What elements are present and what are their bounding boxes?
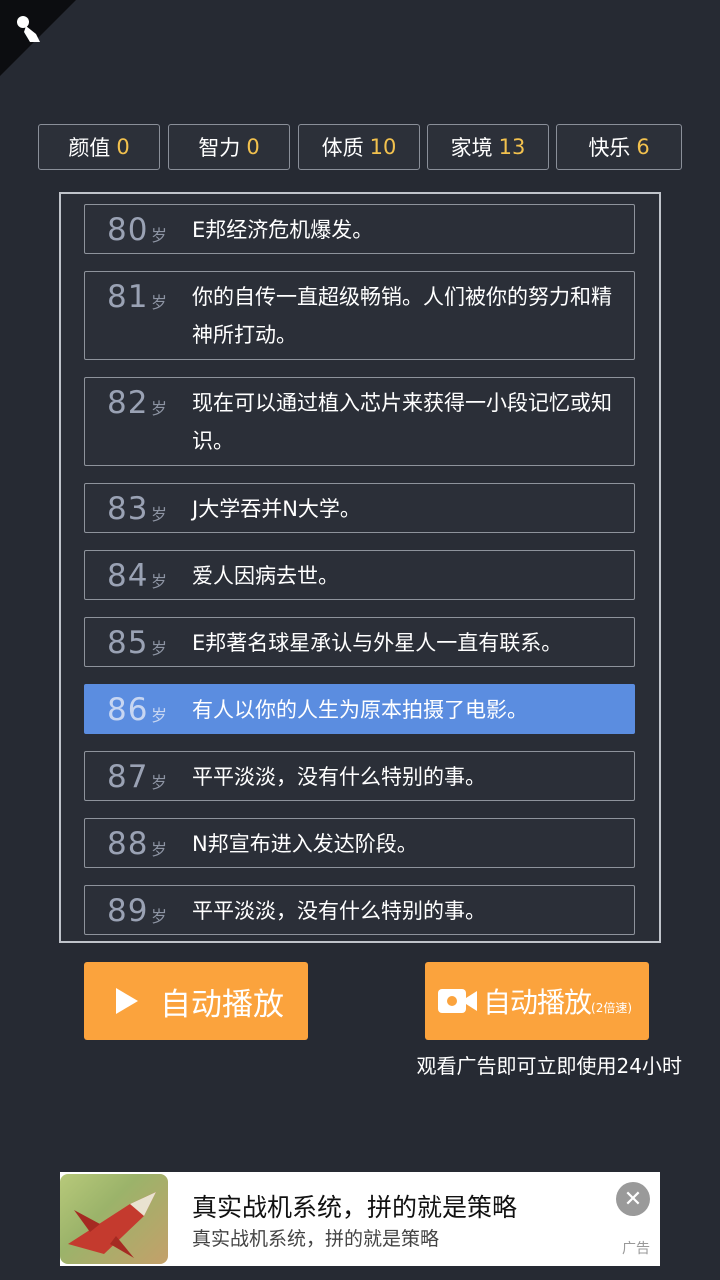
stat-intelligence: 智力 0 (168, 124, 290, 170)
event-row: 88 岁 N邦宣布进入发达阶段。 (84, 818, 635, 868)
event-row: 81 岁 你的自传一直超级畅销。人们被你的努力和精神所打动。 (84, 271, 635, 360)
ad-title[interactable]: 真实战机系统，拼的就是策略 (192, 1188, 517, 1224)
ad-label: 广告 (622, 1241, 650, 1257)
event-row: 84 岁 爱人因病去世。 (84, 550, 635, 600)
close-icon[interactable]: ✕ (616, 1182, 650, 1216)
stat-constitution: 体质 10 (298, 124, 420, 170)
stat-appearance: 颜值 0 (38, 124, 160, 170)
stat-happiness: 快乐 6 (556, 124, 682, 170)
stats-bar: 颜值 0 智力 0 体质 10 家境 13 快乐 6 (38, 124, 682, 174)
ad-banner[interactable]: 真实战机系统，拼的就是策略 真实战机系统，拼的就是策略 ✕ 广告 (60, 1172, 660, 1266)
video-camera-icon (438, 989, 477, 1013)
event-row-current: 86 岁 有人以你的人生为原本拍摄了电影。 (84, 684, 635, 734)
auto-play-fast-button[interactable]: 自动播放 (2倍速) (425, 962, 649, 1040)
ad-description[interactable]: 真实战机系统，拼的就是策略 (192, 1224, 439, 1251)
ad-unlock-note: 观看广告即可立即使用24小时 (416, 1054, 682, 1078)
ad-image[interactable] (60, 1174, 168, 1264)
stat-family: 家境 13 (427, 124, 549, 170)
event-row: 82 岁 现在可以通过植入芯片来获得一小段记忆或知识。 (84, 377, 635, 466)
event-row: 87 岁 平平淡淡，没有什么特别的事。 (84, 751, 635, 801)
fighter-jet-icon (68, 1192, 156, 1258)
event-row: 83 岁 J大学吞并N大学。 (84, 483, 635, 533)
event-row: 89 岁 平平淡淡，没有什么特别的事。 (84, 885, 635, 935)
event-row: 80 岁 E邦经济危机爆发。 (84, 204, 635, 254)
event-row: 85 岁 E邦著名球星承认与外星人一直有联系。 (84, 617, 635, 667)
pawn-icon[interactable] (14, 14, 48, 44)
auto-play-button[interactable]: 自动播放 (84, 962, 308, 1040)
play-icon (116, 988, 138, 1014)
